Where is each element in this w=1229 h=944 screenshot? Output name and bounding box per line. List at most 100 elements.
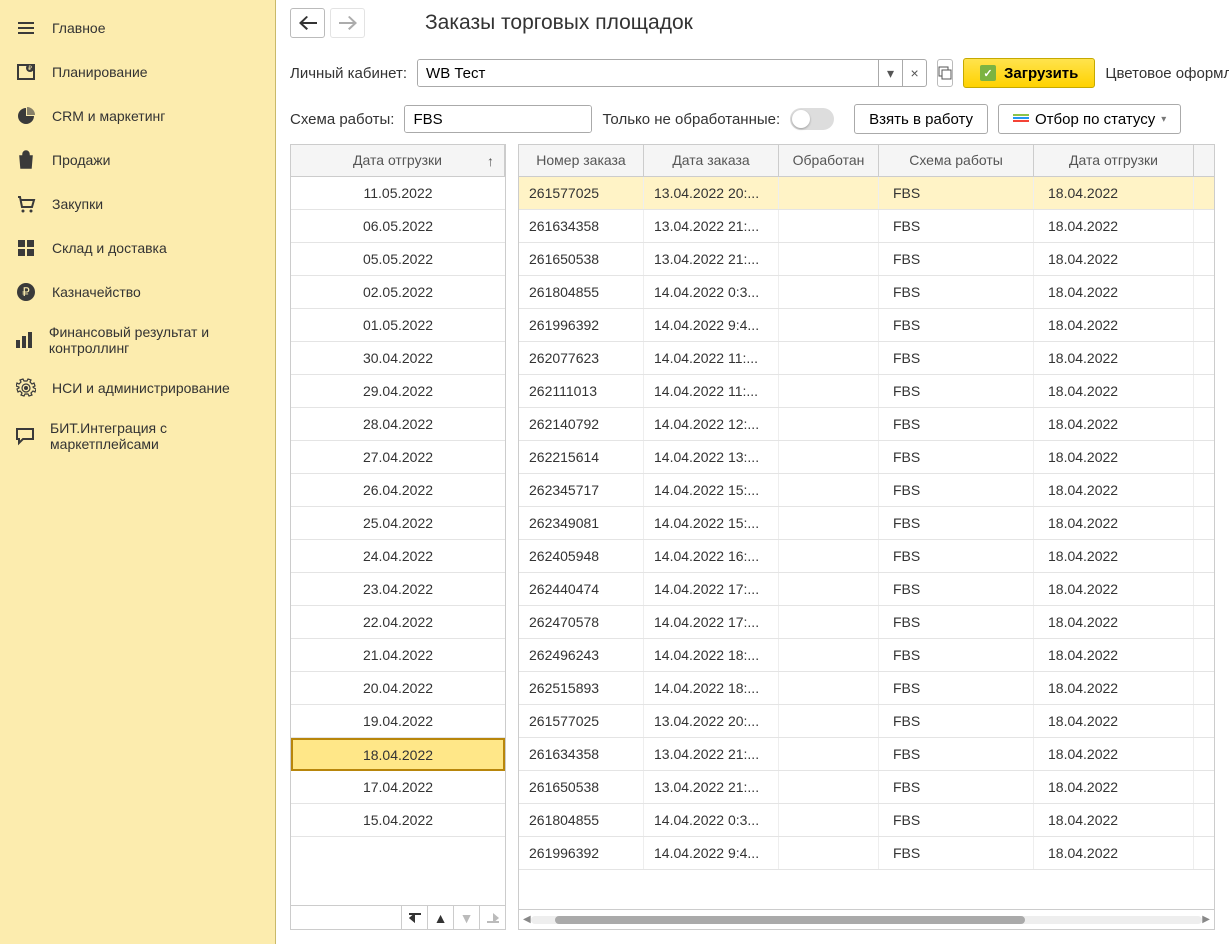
shipment-date-row[interactable]: 02.05.2022	[291, 276, 505, 309]
order-row[interactable]: 26234908114.04.2022 15:...FBS18.04.2022	[519, 507, 1214, 540]
sidebar-item-label: БИТ.Интеграция с маркетплейсами	[50, 420, 261, 452]
page-first-button[interactable]	[401, 906, 427, 929]
cell-scheme: FBS	[879, 540, 1034, 572]
shipment-date-row[interactable]: 27.04.2022	[291, 441, 505, 474]
order-row[interactable]: 26163435813.04.2022 21:...FBS18.04.2022	[519, 738, 1214, 771]
order-row[interactable]: 26180485514.04.2022 0:3...FBS18.04.2022	[519, 804, 1214, 837]
shipment-date-row[interactable]: 11.05.2022	[291, 177, 505, 210]
sidebar-item-label: Главное	[52, 20, 106, 36]
cell-num: 262470578	[519, 606, 644, 638]
col-0[interactable]: Номер заказа	[519, 145, 644, 176]
order-row[interactable]: 26163435813.04.2022 21:...FBS18.04.2022	[519, 210, 1214, 243]
cell-proc	[779, 375, 879, 407]
cell-scheme: FBS	[879, 705, 1034, 737]
shipment-date-row[interactable]: 06.05.2022	[291, 210, 505, 243]
order-row[interactable]: 26157702513.04.2022 20:...FBS18.04.2022	[519, 705, 1214, 738]
sidebar-item-8[interactable]: НСИ и администрирование	[0, 366, 275, 410]
sidebar-item-6[interactable]: ₽Казначейство	[0, 270, 275, 314]
shipment-date-row[interactable]: 23.04.2022	[291, 573, 505, 606]
order-row[interactable]: 26211101314.04.2022 11:...FBS18.04.2022	[519, 375, 1214, 408]
gear-icon	[14, 376, 38, 400]
order-row[interactable]: 26157702513.04.2022 20:...FBS18.04.2022	[519, 177, 1214, 210]
cell-num: 262515893	[519, 672, 644, 704]
account-input[interactable]	[418, 60, 878, 86]
order-row[interactable]: 26180485514.04.2022 0:3...FBS18.04.2022	[519, 276, 1214, 309]
nav-forward-button[interactable]	[330, 8, 365, 38]
sidebar-item-4[interactable]: Закупки	[0, 182, 275, 226]
col-shipment-date[interactable]: Дата отгрузки ↑	[291, 145, 505, 176]
order-row[interactable]: 26240594814.04.2022 16:...FBS18.04.2022	[519, 540, 1214, 573]
cell-num: 262345717	[519, 474, 644, 506]
shipment-date-row[interactable]: 15.04.2022	[291, 804, 505, 837]
account-combo[interactable]: ▾ ×	[417, 59, 927, 87]
order-row[interactable]: 26249624314.04.2022 18:...FBS18.04.2022	[519, 639, 1214, 672]
col-2[interactable]: Обработан	[779, 145, 879, 176]
cell-ship: 18.04.2022	[1034, 573, 1194, 605]
page-up-button[interactable]: ▲	[427, 906, 453, 929]
h-scrollbar[interactable]: ◀ ▶	[519, 909, 1214, 929]
order-row[interactable]: 26234571714.04.2022 15:...FBS18.04.2022	[519, 474, 1214, 507]
order-row[interactable]: 26165053813.04.2022 21:...FBS18.04.2022	[519, 771, 1214, 804]
shipment-date-row[interactable]: 24.04.2022	[291, 540, 505, 573]
order-row[interactable]: 26199639214.04.2022 9:4...FBS18.04.2022	[519, 837, 1214, 870]
order-row[interactable]: 26251589314.04.2022 18:...FBS18.04.2022	[519, 672, 1214, 705]
order-row[interactable]: 26221561414.04.2022 13:...FBS18.04.2022	[519, 441, 1214, 474]
cell-proc	[779, 276, 879, 308]
only-new-toggle[interactable]	[790, 108, 834, 130]
nav-back-button[interactable]	[290, 8, 325, 38]
page-down-button[interactable]: ▼	[453, 906, 479, 929]
dropdown-icon[interactable]: ▾	[878, 60, 902, 86]
order-row[interactable]: 26214079214.04.2022 12:...FBS18.04.2022	[519, 408, 1214, 441]
shipment-date-row[interactable]: 28.04.2022	[291, 408, 505, 441]
cell-date: 14.04.2022 13:...	[644, 441, 779, 473]
sidebar-item-7[interactable]: Финансовый результат и контроллинг	[0, 314, 275, 366]
col-3[interactable]: Схема работы	[879, 145, 1034, 176]
sidebar-item-3[interactable]: Продажи	[0, 138, 275, 182]
ruble-icon: ₽	[14, 280, 38, 304]
sidebar-item-label: CRM и маркетинг	[52, 108, 165, 124]
page-last-button[interactable]	[479, 906, 505, 929]
sidebar-item-1[interactable]: ₽Планирование	[0, 50, 275, 94]
sidebar-item-9[interactable]: БИТ.Интеграция с маркетплейсами	[0, 410, 275, 462]
open-external-button[interactable]	[937, 59, 953, 87]
sidebar-item-5[interactable]: Склад и доставка	[0, 226, 275, 270]
sidebar-item-0[interactable]: Главное	[0, 6, 275, 50]
order-row[interactable]: 26165053813.04.2022 21:...FBS18.04.2022	[519, 243, 1214, 276]
shipment-date-row[interactable]: 29.04.2022	[291, 375, 505, 408]
sidebar-item-2[interactable]: CRM и маркетинг	[0, 94, 275, 138]
cell-num: 261577025	[519, 705, 644, 737]
sidebar-item-label: Продажи	[52, 152, 110, 168]
col-1[interactable]: Дата заказа	[644, 145, 779, 176]
cell-date: 14.04.2022 15:...	[644, 507, 779, 539]
scheme-input[interactable]	[405, 106, 592, 132]
cell-num: 262349081	[519, 507, 644, 539]
order-row[interactable]: 26207762314.04.2022 11:...FBS18.04.2022	[519, 342, 1214, 375]
status-filter-button[interactable]: Отбор по статусу ▾	[998, 104, 1181, 134]
bag-icon	[14, 148, 38, 172]
cell-num: 262405948	[519, 540, 644, 572]
scheme-combo[interactable]: ▾ ×	[404, 105, 592, 133]
clear-icon[interactable]: ×	[902, 60, 926, 86]
order-row[interactable]: 26244047414.04.2022 17:...FBS18.04.2022	[519, 573, 1214, 606]
cell-num: 262440474	[519, 573, 644, 605]
cell-num: 262077623	[519, 342, 644, 374]
shipment-date-row[interactable]: 05.05.2022	[291, 243, 505, 276]
shipment-date-row[interactable]: 22.04.2022	[291, 606, 505, 639]
shipment-date-row[interactable]: 21.04.2022	[291, 639, 505, 672]
order-row[interactable]: 26247057814.04.2022 17:...FBS18.04.2022	[519, 606, 1214, 639]
sidebar-item-label: Финансовый результат и контроллинг	[49, 324, 261, 356]
shipment-date-row[interactable]: 30.04.2022	[291, 342, 505, 375]
shipment-date-row[interactable]: 25.04.2022	[291, 507, 505, 540]
col-4[interactable]: Дата отгрузки	[1034, 145, 1194, 176]
shipment-date-row[interactable]: 01.05.2022	[291, 309, 505, 342]
shipment-date-row[interactable]: 20.04.2022	[291, 672, 505, 705]
page-title: Заказы торговых площадок	[425, 11, 693, 35]
shipment-date-row[interactable]: 19.04.2022	[291, 705, 505, 738]
load-button[interactable]: ✓ Загрузить	[963, 58, 1095, 88]
take-to-work-button[interactable]: Взять в работу	[854, 104, 988, 134]
cell-scheme: FBS	[879, 309, 1034, 341]
order-row[interactable]: 26199639214.04.2022 9:4...FBS18.04.2022	[519, 309, 1214, 342]
shipment-date-row[interactable]: 26.04.2022	[291, 474, 505, 507]
shipment-date-row[interactable]: 18.04.2022	[291, 738, 505, 771]
shipment-date-row[interactable]: 17.04.2022	[291, 771, 505, 804]
